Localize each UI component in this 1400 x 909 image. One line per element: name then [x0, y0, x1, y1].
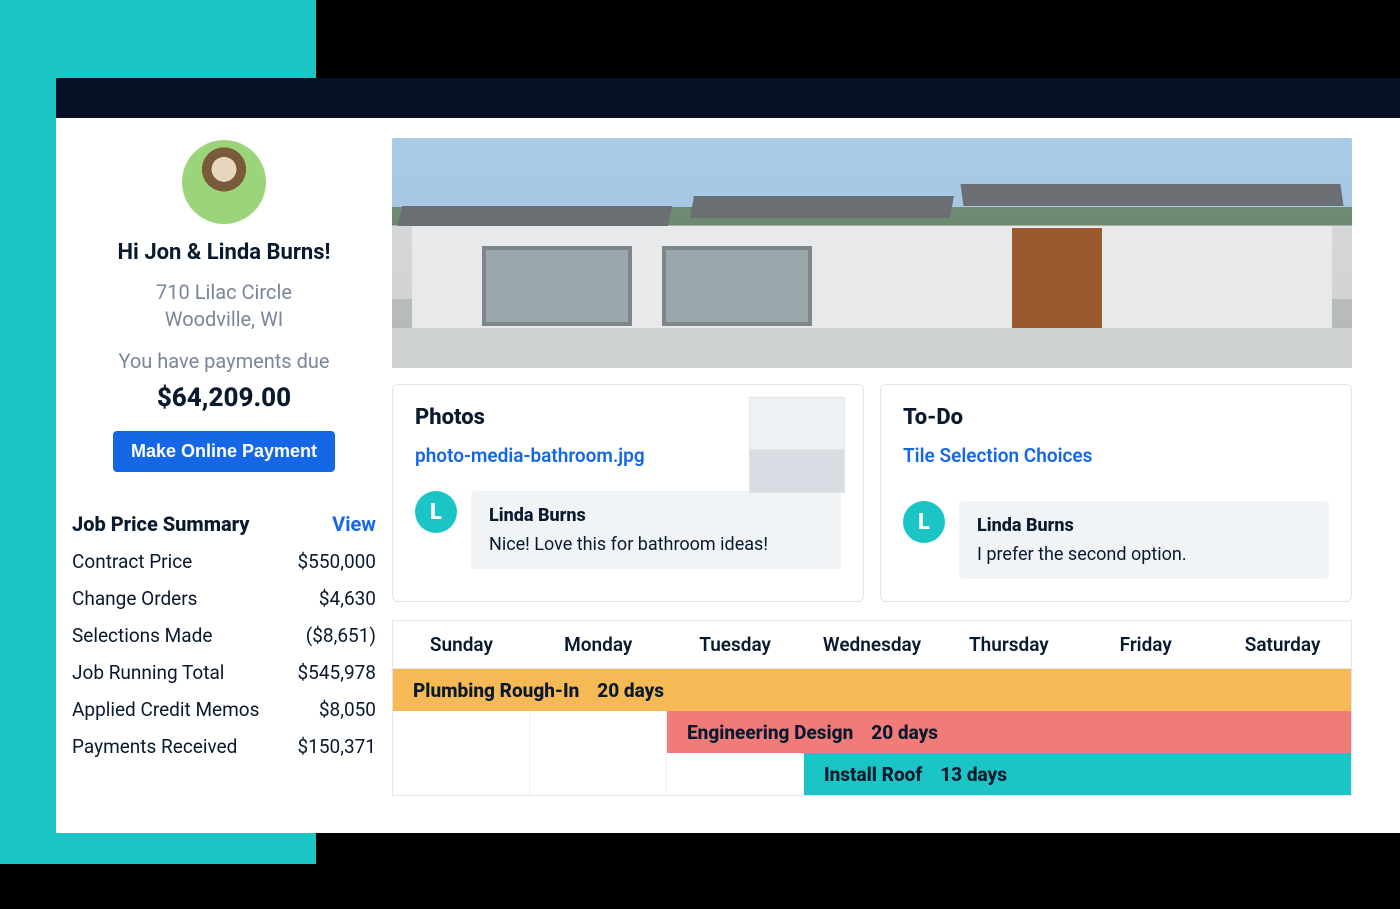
summary-row-label: Contract Price	[72, 550, 192, 573]
payments-due-message: You have payments due	[119, 349, 330, 373]
gantt-row: Engineering Design 20 days	[393, 711, 1351, 753]
summary-title: Job Price Summary	[72, 512, 250, 536]
summary-row-label: Job Running Total	[72, 661, 224, 684]
gantt-day-header: Saturday	[1214, 621, 1351, 668]
gantt-bar-name: Install Roof	[824, 763, 922, 786]
gantt-row: Install Roof 13 days	[393, 753, 1351, 795]
summary-row-label: Selections Made	[72, 624, 212, 647]
photos-card: Photos photo-media-bathroom.jpg L Linda …	[392, 384, 864, 602]
gantt-rows: Plumbing Rough-In20 daysEngineering Desi…	[392, 668, 1352, 796]
summary-row-value: ($8,651)	[306, 624, 376, 647]
gantt-day-header: Wednesday	[804, 621, 941, 668]
photos-comment-bubble: Linda Burns Nice! Love this for bathroom…	[471, 491, 841, 569]
gantt-day-header: Friday	[1077, 621, 1214, 668]
gantt-bar-duration: 20 days	[597, 679, 664, 702]
todo-comment: L Linda Burns I prefer the second option…	[903, 501, 1329, 579]
summary-row: Contract Price $550,000	[72, 550, 376, 573]
app-top-bar	[56, 78, 1400, 118]
avatar	[182, 140, 266, 224]
gantt-bar-duration: 13 days	[940, 763, 1007, 786]
greeting-text: Hi Jon & Linda Burns!	[118, 240, 331, 265]
gantt-bar-duration: 20 days	[871, 721, 938, 744]
summary-row-value: $545,978	[298, 661, 377, 684]
gantt-bar-name: Engineering Design	[687, 721, 853, 744]
summary-row: Job Running Total $545,978	[72, 661, 376, 684]
address-line-1: 710 Lilac Circle	[156, 279, 292, 306]
project-hero-image	[392, 138, 1352, 368]
summary-row-value: $4,630	[319, 587, 376, 610]
gantt-day-header: Monday	[530, 621, 667, 668]
todo-item-link[interactable]: Tile Selection Choices	[903, 444, 1329, 467]
cards-row: Photos photo-media-bathroom.jpg L Linda …	[392, 384, 1352, 602]
comment-text: I prefer the second option.	[977, 544, 1311, 565]
gantt-bar[interactable]: Plumbing Rough-In 20 days	[393, 669, 1351, 711]
main-content: Photos photo-media-bathroom.jpg L Linda …	[392, 118, 1400, 833]
summary-row-label: Change Orders	[72, 587, 198, 610]
summary-view-link[interactable]: View	[332, 512, 376, 536]
make-online-payment-button[interactable]: Make Online Payment	[113, 431, 335, 472]
summary-row-label: Payments Received	[72, 735, 237, 758]
summary-row: Change Orders $4,630	[72, 587, 376, 610]
gantt-row: Plumbing Rough-In 20 days	[393, 669, 1351, 711]
payments-due-amount: $64,209.00	[157, 383, 291, 413]
summary-row-value: $150,371	[298, 735, 377, 758]
address: 710 Lilac Circle Woodville, WI	[156, 279, 292, 333]
gantt-day-header: Tuesday	[667, 621, 804, 668]
photo-thumbnail[interactable]	[749, 397, 845, 493]
sidebar: Hi Jon & Linda Burns! 710 Lilac Circle W…	[56, 118, 392, 833]
schedule-gantt: SundayMondayTuesdayWednesdayThursdayFrid…	[392, 620, 1352, 796]
summary-row-value: $550,000	[298, 550, 377, 573]
summary-row-label: Applied Credit Memos	[72, 698, 259, 721]
job-price-summary: Job Price Summary View Contract Price $55…	[72, 512, 376, 772]
address-line-2: Woodville, WI	[156, 306, 292, 333]
commenter-avatar-badge: L	[415, 491, 457, 533]
commenter-avatar-badge: L	[903, 501, 945, 543]
gantt-day-header: Sunday	[393, 621, 530, 668]
todo-card-title: To-Do	[903, 405, 1329, 430]
gantt-header-row: SundayMondayTuesdayWednesdayThursdayFrid…	[392, 620, 1352, 668]
commenter-name: Linda Burns	[977, 515, 1311, 536]
summary-row: Payments Received $150,371	[72, 735, 376, 758]
gantt-bar-name: Plumbing Rough-In	[413, 679, 579, 702]
summary-row: Applied Credit Memos $8,050	[72, 698, 376, 721]
summary-row-value: $8,050	[319, 698, 376, 721]
comment-text: Nice! Love this for bathroom ideas!	[489, 534, 823, 555]
todo-comment-bubble: Linda Burns I prefer the second option.	[959, 501, 1329, 579]
app-body: Hi Jon & Linda Burns! 710 Lilac Circle W…	[56, 118, 1400, 833]
todo-card: To-Do Tile Selection Choices L Linda Bur…	[880, 384, 1352, 602]
gantt-bar[interactable]: Engineering Design 20 days	[667, 711, 1351, 753]
gantt-bar[interactable]: Install Roof 13 days	[804, 753, 1351, 795]
summary-row: Selections Made ($8,651)	[72, 624, 376, 647]
commenter-name: Linda Burns	[489, 505, 823, 526]
photos-comment: L Linda Burns Nice! Love this for bathro…	[415, 491, 841, 569]
gantt-day-header: Thursday	[940, 621, 1077, 668]
app-window: Hi Jon & Linda Burns! 710 Lilac Circle W…	[56, 78, 1400, 833]
